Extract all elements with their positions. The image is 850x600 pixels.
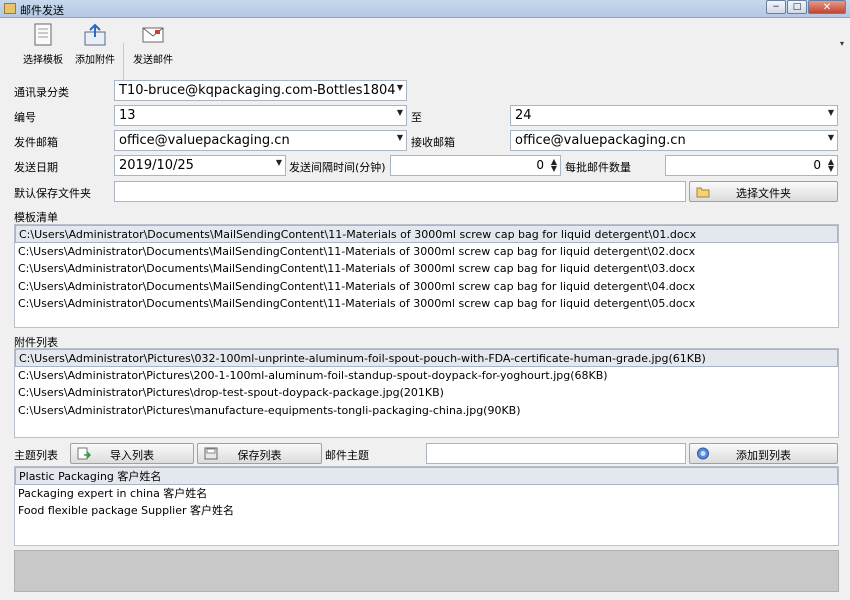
- save-list-button[interactable]: 保存列表: [197, 443, 322, 464]
- attach-icon: [83, 23, 107, 47]
- list-item[interactable]: C:\Users\Administrator\Documents\MailSen…: [15, 260, 838, 278]
- interval-stepper[interactable]: 0 ▲ ▼: [390, 155, 561, 176]
- list-item[interactable]: C:\Users\Administrator\Documents\MailSen…: [15, 225, 838, 243]
- folder-input[interactable]: [114, 181, 686, 202]
- subjects-label: 主题列表: [14, 449, 58, 462]
- import-icon: [77, 447, 92, 460]
- batch-label: 每批邮件数量: [565, 161, 631, 174]
- document-icon: [31, 23, 55, 47]
- chevron-down-icon: ▼: [275, 158, 282, 167]
- title-bar: 邮件发送 − □ ✕: [0, 0, 850, 18]
- folder-label: 默认保存文件夹: [14, 187, 91, 200]
- spin-arrows-icon[interactable]: ▲ ▼: [551, 158, 557, 173]
- sender-label: 发件邮箱: [14, 136, 58, 149]
- list-item[interactable]: C:\Users\Administrator\Documents\MailSen…: [15, 243, 838, 261]
- list-item[interactable]: Food flexible package Supplier 客户姓名: [15, 502, 838, 520]
- maximize-button[interactable]: □: [787, 0, 807, 14]
- address-book-select[interactable]: T10-bruce@kqpackaging.com-Bottles1804 ▼: [114, 80, 407, 101]
- send-mail-button[interactable]: 发送邮件: [130, 23, 176, 66]
- add-attachment-button[interactable]: 添加附件: [72, 23, 118, 66]
- list-item[interactable]: C:\Users\Administrator\Pictures\manufact…: [15, 402, 838, 420]
- choose-template-button[interactable]: 选择模板: [20, 23, 66, 66]
- list-item[interactable]: C:\Users\Administrator\Documents\MailSen…: [15, 278, 838, 296]
- toolbar: 选择模板 添加附件 发送邮件 ▾: [0, 19, 850, 83]
- attachments-list[interactable]: C:\Users\Administrator\Pictures\032-100m…: [14, 348, 839, 438]
- to-label: 至: [411, 111, 422, 124]
- chevron-down-icon: ▼: [396, 83, 403, 92]
- choose-folder-button[interactable]: 选择文件夹: [689, 181, 838, 202]
- progress-bar: [14, 550, 839, 592]
- subjects-list[interactable]: Plastic Packaging 客户姓名 Packaging expert …: [14, 466, 839, 546]
- app-icon: [4, 3, 16, 14]
- import-list-button[interactable]: 导入列表: [70, 443, 194, 464]
- date-label: 发送日期: [14, 161, 58, 174]
- number-from-select[interactable]: 13 ▼: [114, 105, 407, 126]
- number-to-select[interactable]: 24 ▼: [510, 105, 838, 126]
- add-to-list-button[interactable]: 添加到列表: [689, 443, 838, 464]
- spin-arrows-icon[interactable]: ▲ ▼: [828, 158, 834, 173]
- list-item[interactable]: C:\Users\Administrator\Pictures\032-100m…: [15, 349, 838, 367]
- receiver-select[interactable]: office@valuepackaging.cn ▼: [510, 130, 838, 151]
- chevron-down-icon: ▼: [827, 108, 834, 117]
- receiver-label: 接收邮箱: [411, 136, 455, 149]
- save-icon: [204, 447, 218, 460]
- batch-stepper[interactable]: 0 ▲ ▼: [665, 155, 838, 176]
- list-item[interactable]: C:\Users\Administrator\Pictures\drop-tes…: [15, 384, 838, 402]
- subject-input[interactable]: [426, 443, 686, 464]
- sender-select[interactable]: office@valuepackaging.cn ▼: [114, 130, 407, 151]
- folder-icon: [696, 185, 710, 198]
- interval-label: 发送间隔时间(分钟): [289, 161, 386, 174]
- window-title: 邮件发送: [20, 4, 64, 17]
- add-icon: [696, 447, 710, 460]
- chevron-down-icon: ▼: [827, 133, 834, 142]
- chevron-down-icon: ▼: [396, 133, 403, 142]
- list-item[interactable]: C:\Users\Administrator\Pictures\200-1-10…: [15, 367, 838, 385]
- minimize-button[interactable]: −: [766, 0, 786, 14]
- date-picker[interactable]: 2019/10/25 ▼: [114, 155, 286, 176]
- close-button[interactable]: ✕: [808, 0, 846, 14]
- window-controls: − □ ✕: [765, 0, 846, 15]
- chevron-down-icon: ▼: [396, 108, 403, 117]
- templates-label: 模板清单: [14, 211, 58, 224]
- list-item[interactable]: Packaging expert in china 客户姓名: [15, 485, 838, 503]
- templates-list[interactable]: C:\Users\Administrator\Documents\MailSen…: [14, 224, 839, 328]
- list-item[interactable]: C:\Users\Administrator\Documents\MailSen…: [15, 295, 838, 313]
- list-item[interactable]: Plastic Packaging 客户姓名: [15, 467, 838, 485]
- number-label: 编号: [14, 111, 36, 124]
- address-book-label: 通讯录分类: [14, 86, 69, 99]
- subject-label: 邮件主题: [325, 449, 369, 462]
- toolbar-separator: [123, 43, 124, 83]
- toolbar-overflow-icon[interactable]: ▾: [840, 39, 844, 48]
- envelope-icon: [141, 23, 165, 47]
